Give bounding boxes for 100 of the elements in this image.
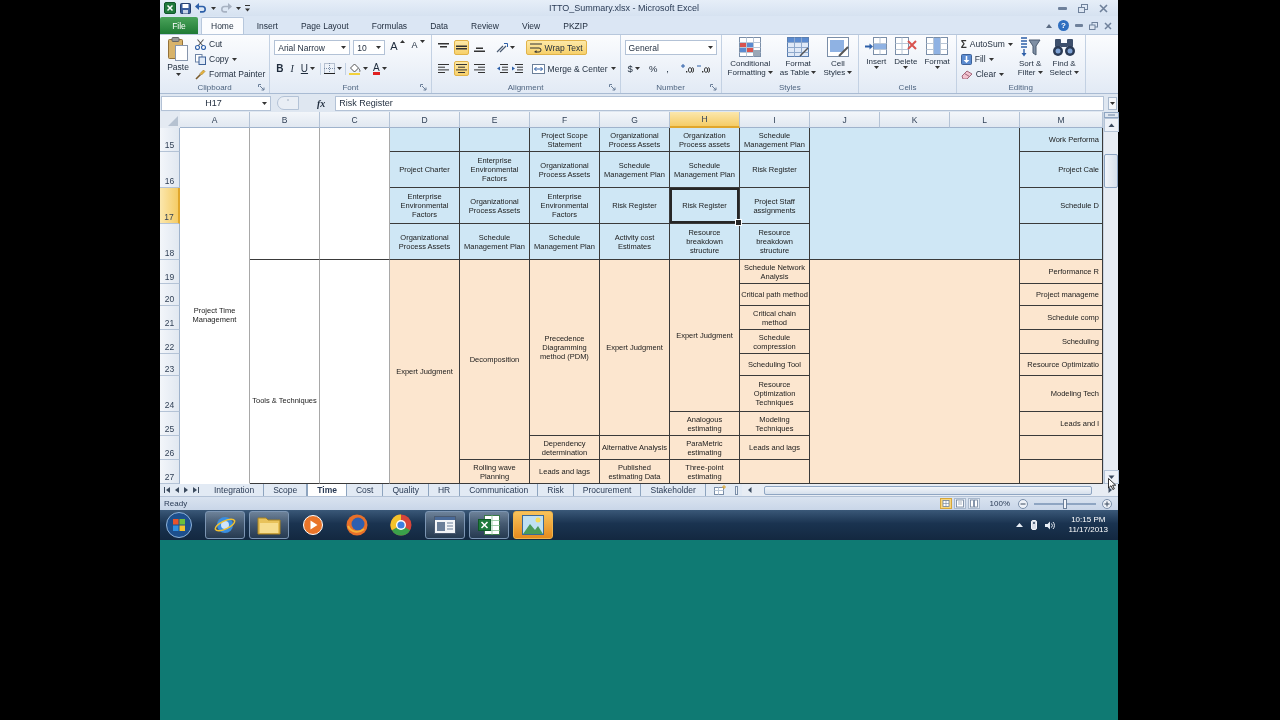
taskbar-button[interactable] xyxy=(249,511,289,539)
close-icon[interactable] xyxy=(1099,3,1108,13)
wrap-text-button[interactable]: Wrap Text xyxy=(525,40,587,55)
clear-button[interactable]: Clear xyxy=(960,67,1013,81)
column-header[interactable]: C xyxy=(320,112,390,128)
underline-button[interactable]: U xyxy=(298,61,318,76)
paste-button[interactable]: Paste xyxy=(164,37,192,76)
column-header[interactable]: F xyxy=(530,112,600,128)
column-header[interactable]: L xyxy=(950,112,1020,128)
minimize-icon[interactable] xyxy=(1058,6,1067,10)
insert-function-button[interactable]: fx xyxy=(317,97,326,109)
delete-button[interactable]: Delete xyxy=(892,37,920,69)
column-header[interactable]: G xyxy=(600,112,670,128)
diagonal-arrow-icon[interactable] xyxy=(495,42,508,53)
copy-button[interactable]: Copy xyxy=(195,52,266,66)
device-icon[interactable] xyxy=(1030,520,1037,530)
bold-button[interactable]: B xyxy=(274,61,286,76)
merge-center-button[interactable]: Merge & Center xyxy=(531,61,616,76)
row-header[interactable]: 15 xyxy=(160,128,180,152)
taskbar-button[interactable] xyxy=(205,511,245,539)
grow-font-button[interactable]: A xyxy=(388,40,407,55)
sheet-cell[interactable] xyxy=(1020,460,1103,484)
normal-view-icon[interactable] xyxy=(939,498,952,509)
sheet-cell[interactable] xyxy=(320,128,390,260)
customize-menu-icon[interactable] xyxy=(245,4,250,12)
page-layout-view-icon[interactable] xyxy=(953,498,966,509)
font-color-button[interactable]: A xyxy=(371,61,389,76)
close-icon[interactable] xyxy=(1104,21,1112,30)
currency-button[interactable]: $ xyxy=(624,61,643,76)
dialog-launcher-icon[interactable] xyxy=(258,83,266,91)
number-format-dropdown[interactable]: General xyxy=(624,40,717,55)
increase-indent-icon[interactable] xyxy=(510,64,523,73)
ribbon-tab[interactable]: Insert xyxy=(246,17,288,34)
cut-button[interactable]: Cut xyxy=(195,37,266,51)
ribbon-tab[interactable]: Review xyxy=(461,17,509,34)
file-tab[interactable]: File xyxy=(160,17,198,34)
split-handle-icon[interactable] xyxy=(1104,112,1119,118)
sheet-cell[interactable] xyxy=(740,460,810,484)
row-header[interactable]: 18 xyxy=(160,224,180,260)
row-header[interactable]: 27 xyxy=(160,460,180,484)
zoom-slider-thumb[interactable] xyxy=(1063,498,1067,509)
fill-button[interactable]: Fill xyxy=(960,52,1013,66)
horizontal-align-button[interactable] xyxy=(435,61,451,76)
sheet-cell[interactable] xyxy=(1020,436,1103,460)
scroll-thumb[interactable] xyxy=(1104,154,1118,188)
ribbon-tab[interactable]: Home xyxy=(201,17,244,34)
arrow-up-icon[interactable] xyxy=(1104,118,1119,132)
conditional-formatting-button[interactable]: Conditional Formatting xyxy=(725,37,775,77)
column-header[interactable]: I xyxy=(740,112,810,128)
zoom-out-icon[interactable] xyxy=(1018,498,1028,509)
cell-styles-button[interactable]: Cell Styles xyxy=(821,37,855,77)
decrease-indent-icon[interactable] xyxy=(495,64,508,73)
italic-button[interactable]: I xyxy=(288,61,296,76)
ribbon-tab[interactable]: View xyxy=(511,17,551,34)
row-header[interactable]: 23 xyxy=(160,354,180,376)
first-sheet-icon[interactable] xyxy=(164,487,170,493)
page-break-view-icon[interactable] xyxy=(967,498,980,509)
fill-handle-icon[interactable] xyxy=(735,219,742,226)
dialog-launcher-icon[interactable] xyxy=(419,83,427,91)
name-box[interactable]: H17 xyxy=(161,95,271,111)
taskbar-button[interactable] xyxy=(469,511,509,539)
help-button[interactable]: ? xyxy=(1058,20,1069,31)
sheet-cell[interactable] xyxy=(810,128,1020,260)
format-painter-button[interactable]: Format Painter xyxy=(195,67,266,81)
insert-sheet-icon[interactable] xyxy=(713,485,726,495)
last-sheet-icon[interactable] xyxy=(193,487,199,493)
tab-split-icon[interactable] xyxy=(735,485,738,495)
row-header[interactable]: 24 xyxy=(160,376,180,412)
decrease-decimal-icon[interactable] xyxy=(696,64,710,73)
start-orb-icon[interactable] xyxy=(166,512,192,538)
clock-date[interactable]: 11/17/2013 xyxy=(1068,525,1108,535)
next-sheet-icon[interactable] xyxy=(184,487,188,493)
column-header[interactable]: A xyxy=(180,112,250,128)
paint-bucket-icon[interactable] xyxy=(349,62,362,75)
clock-time[interactable]: 10:15 PM xyxy=(1071,515,1106,525)
zoom-in-icon[interactable] xyxy=(1102,498,1112,509)
undo-icon[interactable] xyxy=(195,3,207,13)
column-header[interactable]: M xyxy=(1020,112,1103,128)
sheet-cell[interactable] xyxy=(1020,224,1103,260)
sheet-cell[interactable] xyxy=(250,128,320,260)
vertical-align-button[interactable] xyxy=(453,40,469,55)
row-header[interactable]: 21 xyxy=(160,306,180,330)
row-header[interactable]: 26 xyxy=(160,436,180,460)
font-size-dropdown[interactable]: 10 xyxy=(353,40,386,55)
dialog-launcher-icon[interactable] xyxy=(709,83,717,91)
row-header[interactable]: 20 xyxy=(160,284,180,306)
column-header[interactable]: B xyxy=(250,112,320,128)
row-header[interactable]: 16 xyxy=(160,152,180,188)
dialog-launcher-icon[interactable] xyxy=(608,83,616,91)
sheet-cell[interactable] xyxy=(390,128,460,152)
restore-icon[interactable] xyxy=(1089,21,1098,30)
increase-decimal-icon[interactable] xyxy=(680,64,694,73)
ribbon-tab[interactable]: Data xyxy=(420,17,459,34)
zoom-level[interactable]: 100% xyxy=(989,499,1010,508)
sheet-cell[interactable] xyxy=(460,128,530,152)
autosum-button[interactable]: Σ AutoSum xyxy=(960,37,1013,51)
ribbon-tab[interactable]: Formulas xyxy=(361,17,418,34)
comma-button[interactable]: , xyxy=(663,61,672,76)
horizontal-align-button[interactable] xyxy=(471,61,487,76)
shrink-font-button[interactable]: A xyxy=(409,40,427,55)
